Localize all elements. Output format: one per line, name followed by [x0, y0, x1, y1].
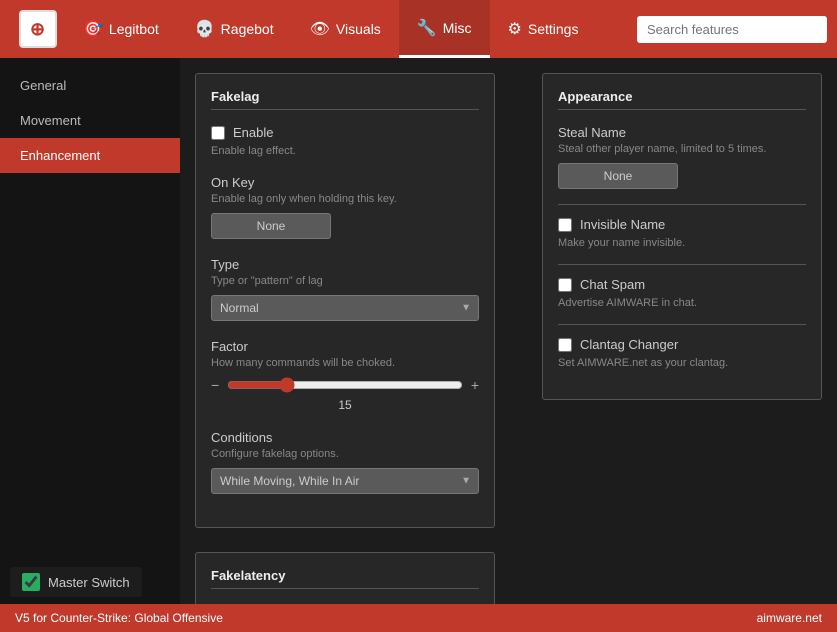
- fakelag-enable-checkbox[interactable]: [211, 126, 225, 140]
- chat-spam-block: Chat Spam Advertise AIMWARE in chat.: [558, 277, 806, 309]
- tab-misc-label: Misc: [443, 20, 472, 36]
- main-content: General Movement Enhancement Fakelag Ena…: [0, 58, 837, 604]
- fakelag-conditions-desc: Configure fakelag options.: [211, 448, 479, 460]
- content-area: Fakelag Enable Enable lag effect. On Key…: [180, 58, 837, 604]
- fakelag-type-dropdown-wrapper: Normal Adaptive Peak Fluctuate: [211, 295, 479, 321]
- fakelag-factor-label: Factor: [211, 339, 479, 354]
- clantag-changer-row: Clantag Changer: [558, 337, 806, 352]
- fakelatency-panel: Fakelatency Enable Enable latency modifi…: [195, 552, 495, 604]
- invisible-name-block: Invisible Name Make your name invisible.: [558, 217, 806, 249]
- steal-name-block: Steal Name Steal other player name, limi…: [558, 125, 806, 189]
- fakelag-onkey-block: On Key Enable lag only when holding this…: [211, 175, 479, 239]
- logo-area: ⊕: [10, 0, 65, 58]
- steal-name-button[interactable]: None: [558, 163, 678, 189]
- invisible-name-label: Invisible Name: [580, 217, 665, 232]
- tab-misc[interactable]: 🔧 Misc: [399, 0, 490, 58]
- fakelag-panel: Fakelag Enable Enable lag effect. On Key…: [195, 73, 495, 528]
- fakelatency-title: Fakelatency: [211, 568, 479, 589]
- appearance-title: Appearance: [558, 89, 806, 110]
- separator-2: [558, 264, 806, 265]
- search-area: [637, 16, 827, 43]
- fakelag-conditions-dropdown[interactable]: While Moving While In Air While Moving, …: [211, 468, 479, 494]
- fakelag-conditions-dropdown-wrapper: While Moving While In Air While Moving, …: [211, 468, 479, 494]
- tab-visuals-label: Visuals: [336, 21, 381, 37]
- chat-spam-desc: Advertise AIMWARE in chat.: [558, 297, 806, 309]
- tab-ragebot-label: Ragebot: [221, 21, 274, 37]
- tab-legitbot-label: Legitbot: [109, 21, 159, 37]
- tab-legitbot[interactable]: 🎯 Legitbot: [65, 0, 177, 58]
- appearance-panel: Appearance Steal Name Steal other player…: [542, 73, 822, 400]
- master-switch-area: Master Switch: [10, 567, 142, 597]
- tab-settings-label: Settings: [528, 21, 579, 37]
- chat-spam-checkbox[interactable]: [558, 278, 572, 292]
- version-text: V5 for Counter-Strike: Global Offensive: [15, 611, 223, 625]
- fakelag-title: Fakelag: [211, 89, 479, 110]
- tab-visuals[interactable]: 👁 Visuals: [292, 0, 399, 58]
- fakelag-type-block: Type Type or "pattern" of lag Normal Ada…: [211, 257, 479, 321]
- topbar: ⊕ 🎯 Legitbot 💀 Ragebot 👁 Visuals 🔧 Misc …: [0, 0, 837, 58]
- sidebar-item-enhancement[interactable]: Enhancement: [0, 138, 180, 173]
- fakelag-factor-value: 15: [211, 398, 479, 412]
- settings-icon: ⚙: [508, 19, 522, 39]
- fakelag-conditions-label: Conditions: [211, 430, 479, 445]
- fakelag-conditions-block: Conditions Configure fakelag options. Wh…: [211, 430, 479, 494]
- app-logo: ⊕: [19, 10, 57, 48]
- fakelag-factor-desc: How many commands will be choked.: [211, 357, 479, 369]
- bottombar: V5 for Counter-Strike: Global Offensive …: [0, 604, 837, 632]
- clantag-changer-desc: Set AIMWARE.net as your clantag.: [558, 357, 806, 369]
- invisible-name-desc: Make your name invisible.: [558, 237, 806, 249]
- fakelag-factor-slider[interactable]: [227, 377, 463, 393]
- fakelag-enable-block: Enable Enable lag effect.: [211, 125, 479, 157]
- clantag-changer-checkbox[interactable]: [558, 338, 572, 352]
- fakelag-enable-desc: Enable lag effect.: [211, 145, 479, 157]
- legitbot-icon: 🎯: [83, 19, 103, 39]
- sidebar-item-movement[interactable]: Movement: [0, 103, 180, 138]
- fakelag-type-label: Type: [211, 257, 479, 272]
- factor-minus-icon[interactable]: −: [211, 377, 219, 393]
- visuals-icon: 👁: [310, 19, 330, 39]
- sidebar-movement-label: Movement: [20, 113, 81, 128]
- nav-tabs: 🎯 Legitbot 💀 Ragebot 👁 Visuals 🔧 Misc ⚙ …: [65, 0, 637, 58]
- separator-3: [558, 324, 806, 325]
- fakelag-type-desc: Type or "pattern" of lag: [211, 275, 479, 287]
- sidebar-enhancement-label: Enhancement: [20, 148, 100, 163]
- tab-settings[interactable]: ⚙ Settings: [490, 0, 597, 58]
- fakelag-enable-row: Enable: [211, 125, 479, 140]
- sidebar: General Movement Enhancement: [0, 58, 180, 604]
- sidebar-general-label: General: [20, 78, 66, 93]
- fakelag-factor-block: Factor How many commands will be choked.…: [211, 339, 479, 412]
- factor-plus-icon[interactable]: +: [471, 377, 479, 393]
- sidebar-item-general[interactable]: General: [0, 68, 180, 103]
- tab-ragebot[interactable]: 💀 Ragebot: [177, 0, 292, 58]
- clantag-changer-label: Clantag Changer: [580, 337, 678, 352]
- invisible-name-checkbox[interactable]: [558, 218, 572, 232]
- chat-spam-label: Chat Spam: [580, 277, 645, 292]
- fakelag-type-dropdown[interactable]: Normal Adaptive Peak Fluctuate: [211, 295, 479, 321]
- master-switch-checkbox[interactable]: [22, 573, 40, 591]
- fakelag-onkey-label: On Key: [211, 175, 479, 190]
- master-switch-label: Master Switch: [48, 575, 130, 590]
- clantag-changer-block: Clantag Changer Set AIMWARE.net as your …: [558, 337, 806, 369]
- search-input[interactable]: [637, 16, 827, 43]
- steal-name-desc: Steal other player name, limited to 5 ti…: [558, 143, 806, 155]
- steal-name-label: Steal Name: [558, 125, 806, 140]
- invisible-name-row: Invisible Name: [558, 217, 806, 232]
- ragebot-icon: 💀: [195, 19, 215, 39]
- misc-icon: 🔧: [417, 18, 437, 38]
- fakelag-onkey-desc: Enable lag only when holding this key.: [211, 193, 479, 205]
- brand-text: aimware.net: [757, 611, 822, 625]
- fakelag-onkey-button[interactable]: None: [211, 213, 331, 239]
- separator-1: [558, 204, 806, 205]
- fakelag-factor-slider-row: − +: [211, 377, 479, 393]
- chat-spam-row: Chat Spam: [558, 277, 806, 292]
- fakelag-enable-label: Enable: [233, 125, 273, 140]
